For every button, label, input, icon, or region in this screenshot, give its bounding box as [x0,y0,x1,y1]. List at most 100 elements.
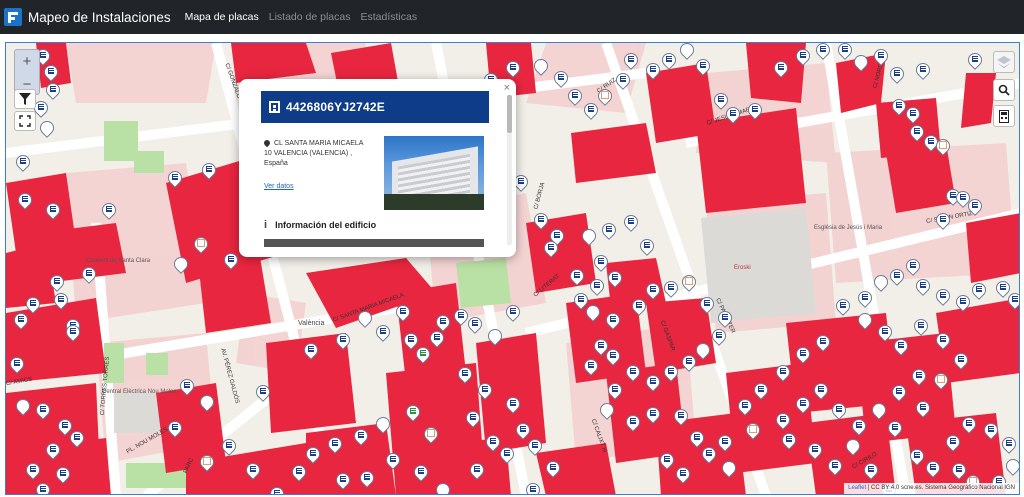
installation-marker[interactable] [699,444,719,465]
installation-marker[interactable] [333,330,353,351]
installation-marker[interactable] [503,394,523,415]
popup-close-button[interactable]: × [504,82,510,94]
installation-marker[interactable] [671,406,691,427]
installation-marker[interactable] [51,290,71,311]
installation-marker[interactable] [913,60,933,81]
installation-marker[interactable] [43,440,63,461]
installation-marker[interactable] [887,64,907,85]
installation-marker[interactable] [903,256,923,277]
installation-marker[interactable] [485,326,505,347]
installation-marker[interactable] [659,50,679,71]
installation-marker[interactable] [661,278,681,299]
installation-marker[interactable] [523,480,543,494]
installation-marker[interactable] [849,416,869,437]
installation-marker[interactable] [1005,290,1019,311]
installation-marker[interactable] [587,276,607,297]
installation-marker[interactable] [843,436,863,457]
installation-marker[interactable] [219,436,239,457]
installation-marker[interactable] [965,50,985,71]
fullscreen-button[interactable] [14,111,36,131]
installation-marker[interactable] [99,200,119,221]
installation-marker[interactable] [981,420,1001,441]
installation-marker[interactable] [597,400,617,421]
installation-marker[interactable] [511,172,531,193]
installation-marker[interactable] [673,464,693,485]
installation-marker[interactable] [751,380,771,401]
installation-marker[interactable] [911,316,931,337]
installation-marker[interactable] [679,272,699,293]
installation-marker[interactable] [953,292,973,313]
installation-marker[interactable] [605,380,625,401]
installation-marker[interactable] [999,434,1019,455]
installation-marker[interactable] [7,354,27,375]
brand[interactable]: Mapeo de Instalaciones [4,8,171,26]
installation-marker[interactable] [889,382,909,403]
installation-marker[interactable] [351,426,371,447]
installation-marker[interactable] [503,302,523,323]
installation-marker[interactable] [197,392,217,413]
installation-marker[interactable] [643,280,663,301]
installation-marker[interactable] [933,286,953,307]
installation-marker[interactable] [621,212,641,233]
nav-estadisticas[interactable]: Estadísticas [360,11,417,23]
installation-marker[interactable] [913,398,933,419]
search-button[interactable] [993,79,1015,101]
installation-marker[interactable] [197,452,217,473]
installation-marker[interactable] [949,460,969,481]
installation-marker[interactable] [907,122,927,143]
installation-marker[interactable] [301,340,321,361]
installation-marker[interactable] [23,294,43,315]
installation-marker[interactable] [383,450,403,471]
installation-marker[interactable] [373,414,393,435]
layers-button[interactable] [993,51,1015,73]
nav-listado-de-placas[interactable]: Listado de placas [269,11,351,23]
installation-marker[interactable] [903,104,923,125]
installation-marker[interactable] [171,254,191,275]
installation-marker[interactable] [923,458,943,479]
installation-marker[interactable] [37,118,57,139]
installation-marker[interactable] [811,380,831,401]
installation-marker[interactable] [67,428,87,449]
installation-marker[interactable] [629,296,649,317]
installation-marker[interactable] [657,450,677,471]
installation-marker[interactable] [243,460,263,481]
installation-marker[interactable] [591,252,611,273]
installation-marker[interactable] [805,440,825,461]
nav-mapa-de-placas[interactable]: Mapa de placas [185,11,259,23]
installation-marker[interactable] [543,458,563,479]
installation-marker[interactable] [951,350,971,371]
installation-marker[interactable] [53,464,73,485]
installation-marker[interactable] [43,200,63,221]
installation-marker[interactable] [679,352,699,373]
installation-marker[interactable] [871,272,891,293]
installation-marker[interactable] [411,462,431,483]
installation-marker[interactable] [813,332,833,353]
installation-marker[interactable] [165,418,185,439]
installation-marker[interactable] [373,322,393,343]
installation-marker[interactable] [709,326,729,347]
installation-marker[interactable] [483,432,503,453]
leaflet-link[interactable]: Leaflet [848,485,866,491]
installation-marker[interactable] [451,306,471,327]
installation-marker[interactable] [503,58,523,79]
installation-marker[interactable] [199,160,219,181]
installation-marker[interactable] [833,296,853,317]
installation-marker[interactable] [165,168,185,189]
installation-marker[interactable] [869,400,889,421]
installation-marker[interactable] [433,480,453,494]
installation-marker[interactable] [913,276,933,297]
installation-marker[interactable] [745,100,765,121]
installation-marker[interactable] [931,370,951,391]
installation-marker[interactable] [933,330,953,351]
installation-marker[interactable] [907,446,927,467]
installation-marker[interactable] [825,456,845,477]
installation-marker[interactable] [33,480,53,494]
installation-marker[interactable] [595,86,615,107]
installation-marker[interactable] [599,220,619,241]
installation-marker[interactable] [637,236,657,257]
installation-marker[interactable] [355,308,375,329]
installation-marker[interactable] [871,46,891,67]
installation-marker[interactable] [11,310,31,331]
installation-marker[interactable] [253,382,273,403]
installation-marker[interactable] [541,238,561,259]
